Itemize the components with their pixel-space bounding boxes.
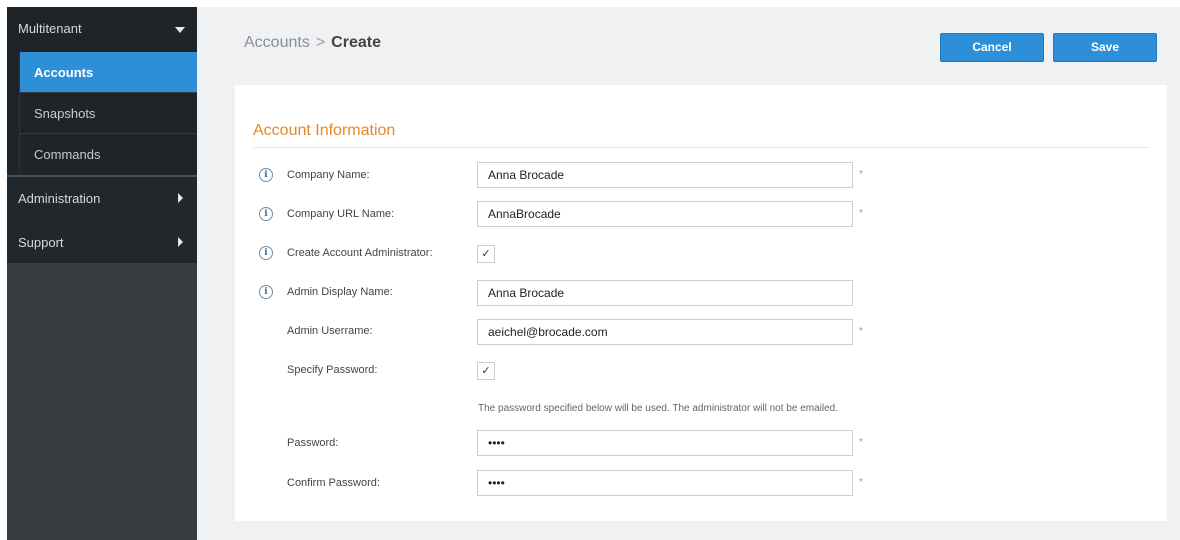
breadcrumb-separator: > [315, 34, 326, 51]
sidebar-group-label: Administration [18, 191, 101, 206]
admin-username-input[interactable] [477, 319, 853, 345]
password-input[interactable] [477, 430, 853, 456]
sidebar-item-commands[interactable]: Commands [19, 134, 197, 174]
confirm-password-input[interactable] [477, 470, 853, 496]
admin-display-name-label: Admin Display Name: [287, 286, 393, 298]
chevron-down-icon [175, 27, 185, 33]
company-name-label: Company Name: [287, 169, 370, 181]
account-form-card: Account Information i Company Name: * i … [235, 85, 1167, 521]
sidebar-item-accounts[interactable]: Accounts [19, 52, 197, 92]
create-admin-label: Create Account Administrator: [287, 247, 433, 259]
info-icon[interactable]: i [259, 207, 273, 221]
info-icon[interactable]: i [259, 246, 273, 260]
sidebar-group-support[interactable]: Support [7, 221, 197, 263]
info-icon[interactable]: i [259, 168, 273, 182]
sidebar-item-label: Snapshots [34, 106, 96, 121]
save-button[interactable]: Save [1053, 33, 1157, 62]
required-marker: * [859, 169, 863, 180]
specify-password-checkbox[interactable]: ✓ [477, 362, 495, 380]
chevron-right-icon [178, 193, 183, 203]
sidebar-group-administration[interactable]: Administration [7, 177, 197, 221]
main-content: Accounts > Create Cancel Save Account Info… [197, 7, 1180, 540]
required-marker: * [859, 477, 863, 488]
sidebar-group-label: Multitenant [18, 21, 82, 36]
admin-username-label: Admin Userrame: [287, 325, 373, 337]
sidebar-item-label: Commands [34, 147, 101, 162]
required-marker: * [859, 208, 863, 219]
company-url-input[interactable] [477, 201, 853, 227]
app-window: Multitenant Accounts Snapshots Commands … [0, 0, 1180, 540]
required-marker: * [859, 437, 863, 448]
admin-display-name-input[interactable] [477, 280, 853, 306]
divider [253, 147, 1149, 148]
company-url-label: Company URL Name: [287, 208, 395, 220]
password-label: Password: [287, 437, 339, 449]
required-marker: * [859, 326, 863, 337]
breadcrumb: Accounts > Create [244, 34, 381, 52]
section-title: Account Information [253, 122, 396, 139]
sidebar: Multitenant Accounts Snapshots Commands … [7, 7, 197, 540]
sidebar-item-label: Accounts [34, 65, 94, 80]
multitenant-submenu: Accounts Snapshots Commands [7, 52, 197, 176]
company-name-input[interactable] [477, 162, 853, 188]
chevron-right-icon [178, 237, 183, 247]
confirm-password-label: Confirm Password: [287, 477, 380, 489]
password-note: The password specified below will be use… [478, 403, 838, 414]
cancel-button[interactable]: Cancel [940, 33, 1044, 62]
info-icon[interactable]: i [259, 285, 273, 299]
breadcrumb-current: Create [331, 34, 381, 51]
sidebar-group-label: Support [18, 235, 64, 250]
specify-password-label: Specify Password: [287, 364, 378, 376]
breadcrumb-accounts-link[interactable]: Accounts [244, 34, 310, 51]
sidebar-group-multitenant[interactable]: Multitenant [7, 7, 197, 52]
sidebar-item-snapshots[interactable]: Snapshots [19, 93, 197, 133]
create-admin-checkbox[interactable]: ✓ [477, 245, 495, 263]
